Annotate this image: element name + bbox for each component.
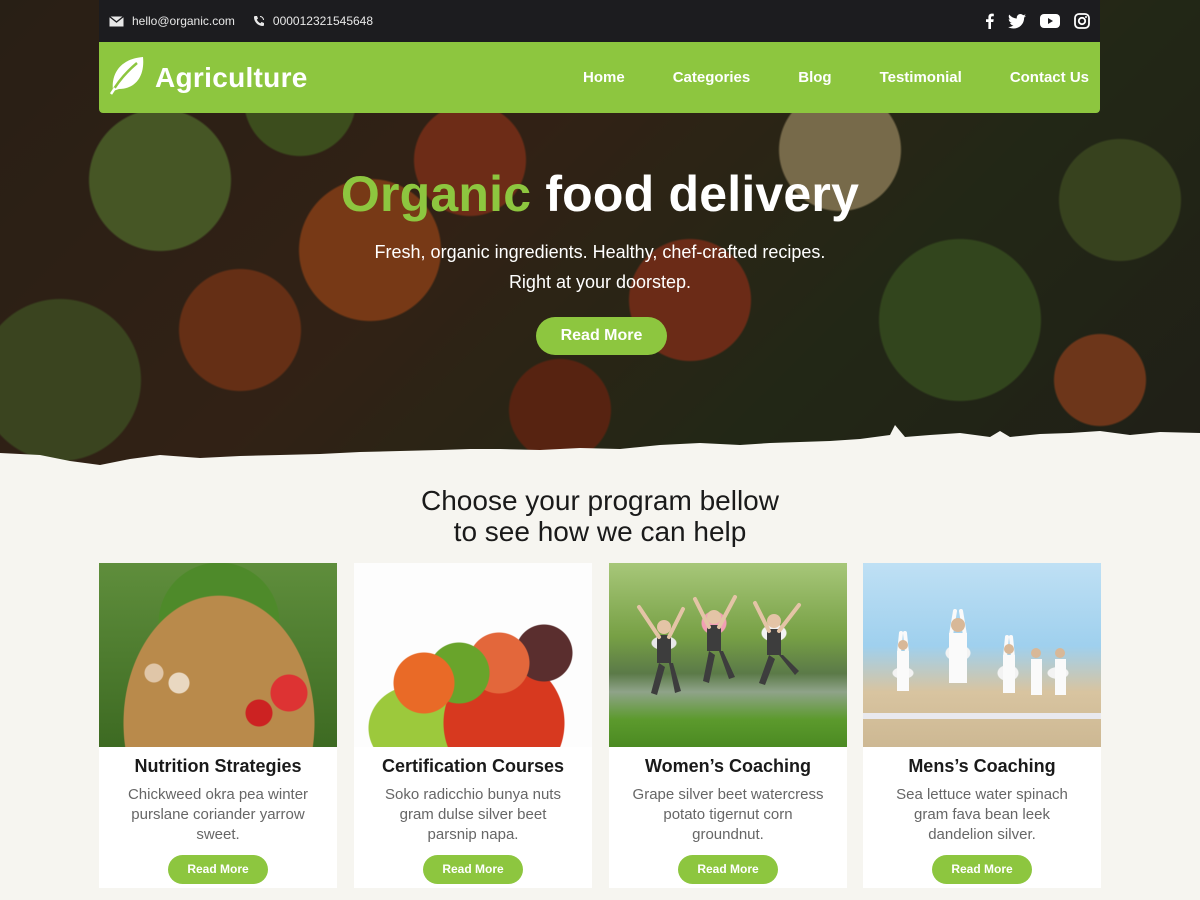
card-title: Nutrition Strategies	[134, 756, 302, 776]
card-title: Mens’s Coaching	[908, 756, 1056, 776]
main-nav: Home Categories Blog Testimonial Contact…	[583, 69, 1089, 86]
torn-paper-edge	[0, 425, 1200, 475]
brand-name: Agriculture	[155, 61, 308, 93]
twitter-icon[interactable]	[1008, 13, 1026, 29]
card-title: Women’s Coaching	[644, 756, 812, 776]
hero-read-more-button[interactable]: Read More	[535, 317, 668, 355]
section-title-line1: Choose your program bellow	[421, 485, 779, 516]
card-description: Grape silver beet watercress potato tige…	[632, 786, 824, 843]
site-logo[interactable]: Agriculture	[109, 55, 308, 100]
hero-title: Organic food delivery	[0, 165, 1200, 223]
card-description: Chickweed okra pea winter purslane coria…	[127, 786, 309, 843]
program-card: Women’s Coaching Grape silver beet water…	[609, 563, 847, 888]
facebook-icon[interactable]	[985, 13, 994, 29]
section-title-line2: to see how we can help	[453, 516, 747, 547]
card-read-more-button[interactable]: Read More	[168, 855, 268, 884]
hero-subtitle-line1: Fresh, organic ingredients. Healthy, che…	[374, 242, 826, 262]
email-contact[interactable]: hello@organic.com	[109, 14, 235, 28]
program-card: Certification Courses Soko radicchio bun…	[354, 563, 592, 888]
phone-contact[interactable]: 000012321545648	[253, 14, 373, 28]
hero-subtitle-line2: Right at your doorstep.	[508, 272, 692, 292]
phone-icon	[253, 15, 265, 27]
card-description: Sea lettuce water spinach gram fava bean…	[896, 786, 1068, 843]
phone-text: 000012321545648	[272, 14, 374, 28]
program-card: Mens’s Coaching Sea lettuce water spinac…	[863, 563, 1101, 888]
yoga-beach-image	[863, 563, 1101, 747]
hero-content: Organic food delivery Fresh, organic ing…	[0, 165, 1200, 355]
nav-blog[interactable]: Blog	[798, 69, 831, 86]
contact-info: hello@organic.com 000012321545648	[109, 14, 391, 28]
nutrition-image	[99, 563, 337, 747]
hero-subtitle: Fresh, organic ingredients. Healthy, che…	[0, 237, 1200, 297]
email-text: hello@organic.com	[132, 14, 235, 28]
card-title: Certification Courses	[381, 756, 565, 776]
card-read-more-button[interactable]: Read More	[932, 855, 1032, 884]
nav-categories[interactable]: Categories	[673, 69, 751, 86]
hero-title-accent: Organic	[340, 166, 532, 222]
nav-home[interactable]: Home	[583, 69, 625, 86]
juices-image	[354, 563, 592, 747]
envelope-icon	[109, 15, 124, 27]
card-read-more-button[interactable]: Read More	[678, 855, 778, 884]
youtube-icon[interactable]	[1040, 14, 1060, 28]
nav-contact-us[interactable]: Contact Us	[1010, 69, 1089, 86]
program-card: Nutrition Strategies Chickweed okra pea …	[99, 563, 337, 888]
program-cards: Nutrition Strategies Chickweed okra pea …	[99, 563, 1101, 888]
hero-title-rest: food delivery	[545, 166, 860, 222]
card-description: Soko radicchio bunya nuts gram dulse sil…	[385, 786, 561, 843]
instagram-icon[interactable]	[1074, 13, 1090, 29]
top-bar: hello@organic.com 000012321545648	[99, 0, 1100, 42]
leaf-icon	[109, 55, 147, 100]
section-title: Choose your program bellow to see how we…	[0, 485, 1200, 547]
main-navbar: Agriculture Home Categories Blog Testimo…	[99, 42, 1100, 113]
card-read-more-button[interactable]: Read More	[423, 855, 523, 884]
social-links	[985, 13, 1090, 29]
women-jumping-image	[609, 563, 847, 747]
nav-testimonial[interactable]: Testimonial	[880, 69, 962, 86]
